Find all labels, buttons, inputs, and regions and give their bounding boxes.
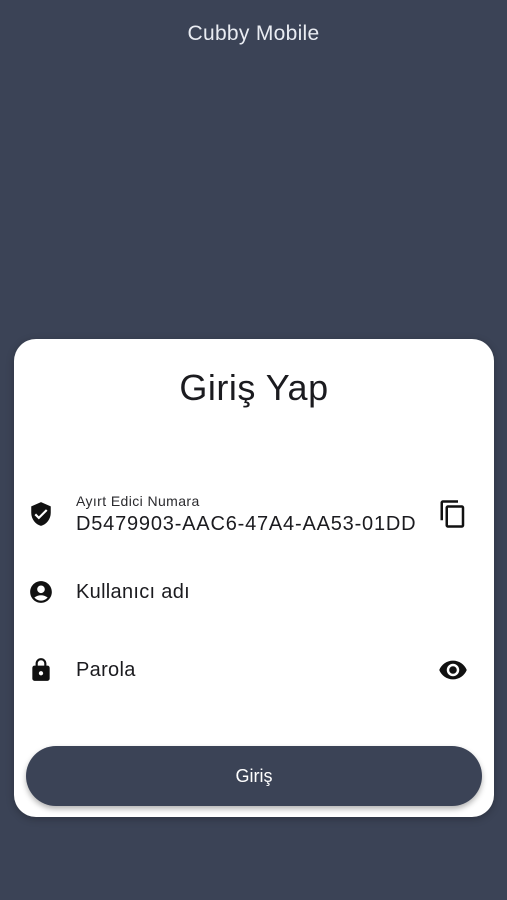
login-button[interactable]: Giriş xyxy=(26,746,482,806)
password-field[interactable]: Parola xyxy=(14,640,494,700)
account-circle-icon xyxy=(28,579,54,605)
login-screen: Cubby Mobile Giriş Yap Ayırt Edici Numar… xyxy=(0,0,507,900)
login-title: Giriş Yap xyxy=(179,367,329,408)
eye-icon[interactable] xyxy=(438,655,468,685)
shield-check-icon xyxy=(28,501,54,527)
device-id-value: D5479903-AAC6-47A4-AA53-01DD xyxy=(76,513,417,535)
app-title: Cubby Mobile xyxy=(187,22,320,45)
login-card: Giriş Yap Ayırt Edici Numara D5479903-AA… xyxy=(14,339,494,817)
password-input[interactable]: Parola xyxy=(76,659,136,682)
username-input[interactable]: Kullanıcı adı xyxy=(76,581,190,604)
lock-icon xyxy=(28,657,54,683)
device-id-label: Ayırt Edici Numara xyxy=(76,493,200,509)
device-id-field[interactable]: Ayırt Edici Numara D5479903-AAC6-47A4-AA… xyxy=(14,485,494,545)
username-field[interactable]: Kullanıcı adı xyxy=(14,562,494,622)
copy-icon[interactable] xyxy=(438,499,468,529)
